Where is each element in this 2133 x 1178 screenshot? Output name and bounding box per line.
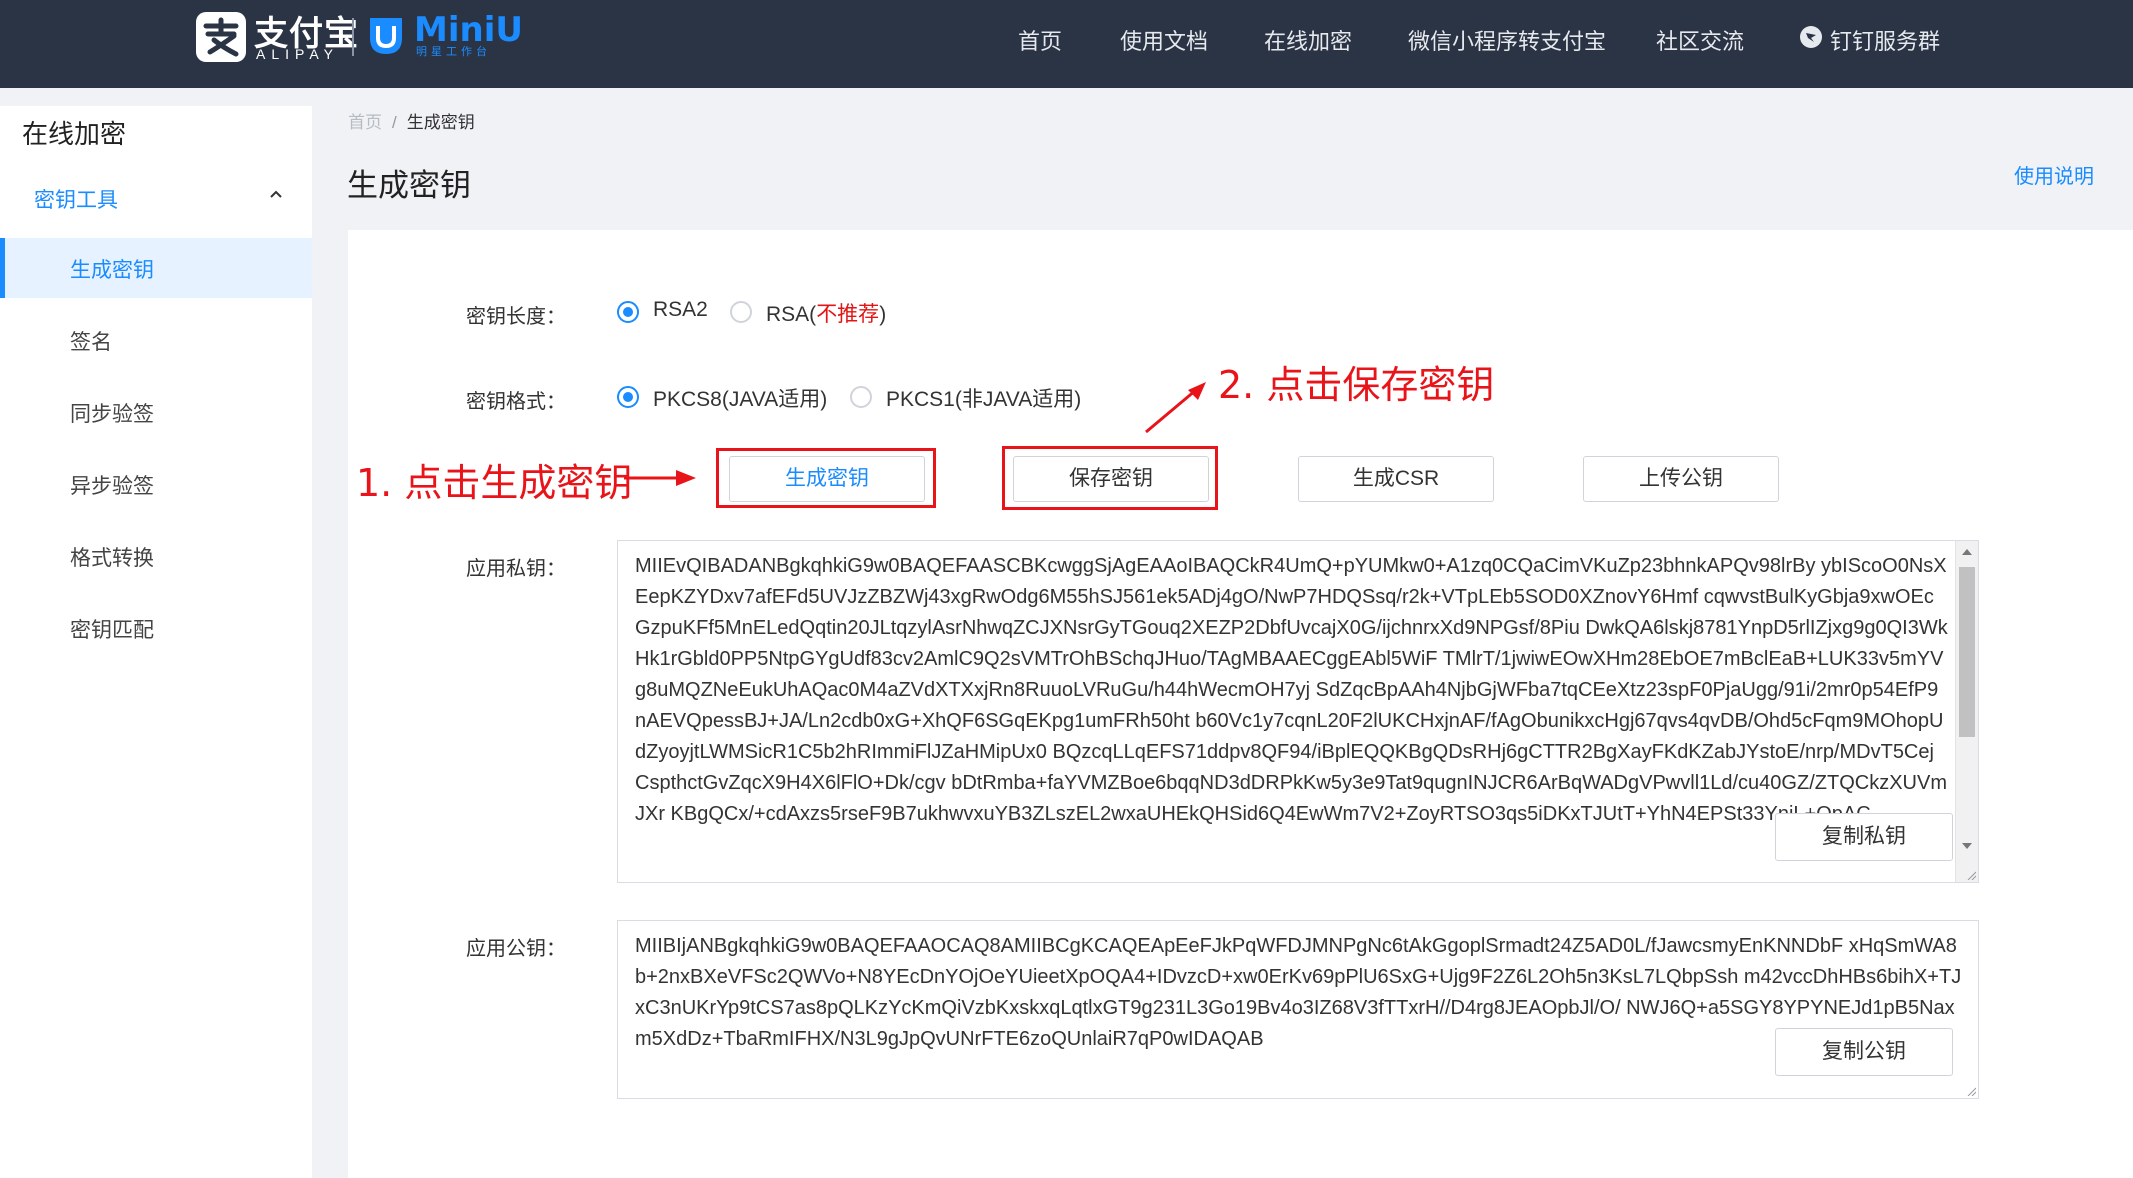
copy-public-key-button[interactable]: 复制公钥 xyxy=(1775,1028,1953,1076)
generate-csr-button[interactable]: 生成CSR xyxy=(1298,456,1494,502)
annotation-arrow-step2 xyxy=(1145,382,1206,434)
sidebar-item-format-convert[interactable]: 格式转换 xyxy=(70,542,154,572)
miniu-logo-subtext: 明星工作台 xyxy=(416,46,491,58)
nav-dingtalk-group[interactable]: 钉钉服务群 xyxy=(1830,24,1940,56)
scroll-down-icon[interactable] xyxy=(1962,843,1972,849)
radio-rsa-suffix: ) xyxy=(879,303,887,326)
sidebar-item-sign[interactable]: 签名 xyxy=(70,326,112,356)
nav-home[interactable]: 首页 xyxy=(1018,24,1062,56)
page-title: 生成密钥 xyxy=(347,168,471,203)
public-key-label: 应用公钥： xyxy=(466,938,566,960)
radio-pkcs8[interactable] xyxy=(617,386,639,408)
logo-divider xyxy=(352,18,354,56)
radio-rsa2[interactable] xyxy=(617,301,639,323)
not-recommended-text: 不推荐 xyxy=(816,303,880,326)
save-key-button[interactable]: 保存密钥 xyxy=(1013,456,1209,502)
alipay-logo-icon[interactable] xyxy=(196,12,246,62)
nav-community[interactable]: 社区交流 xyxy=(1656,24,1744,56)
radio-rsa2-label[interactable]: RSA2 xyxy=(653,298,708,322)
private-key-label: 应用私钥： xyxy=(466,558,566,580)
breadcrumb-current: 生成密钥 xyxy=(406,113,475,132)
private-key-value: MIIEvQIBADANBgkqhkiG9w0BAQEFAASCBKcwggSj… xyxy=(635,555,1948,825)
annotation-step1: 1. 点击生成密钥 xyxy=(356,461,633,505)
breadcrumb: 首页 / 生成密钥 xyxy=(348,108,475,133)
nav-wechat-to-alipay[interactable]: 微信小程序转支付宝 xyxy=(1408,24,1606,56)
annotation-step2: 2. 点击保存密钥 xyxy=(1218,363,1495,407)
sidebar-item-generate-key[interactable]: 生成密钥 xyxy=(70,254,154,284)
radio-pkcs1[interactable] xyxy=(850,386,872,408)
sidebar-item-async-verify[interactable]: 异步验签 xyxy=(70,470,154,500)
sidebar-group-key-tools[interactable]: 密钥工具 xyxy=(34,184,118,214)
generate-key-button[interactable]: 生成密钥 xyxy=(729,456,925,502)
nav-online-encrypt[interactable]: 在线加密 xyxy=(1264,24,1352,56)
breadcrumb-home[interactable]: 首页 xyxy=(348,113,382,132)
sidebar-item-key-match[interactable]: 密钥匹配 xyxy=(70,614,154,644)
dingtalk-icon xyxy=(1800,26,1822,48)
upload-public-key-button[interactable]: 上传公钥 xyxy=(1583,456,1779,502)
annotation-arrow-step1 xyxy=(624,470,696,486)
nav-docs[interactable]: 使用文档 xyxy=(1120,24,1208,56)
sidebar-title: 在线加密 xyxy=(22,119,127,149)
miniu-logo-icon[interactable] xyxy=(366,14,406,58)
key-length-label: 密钥长度： xyxy=(466,306,566,328)
sidebar-active-highlight xyxy=(0,238,312,298)
copy-private-key-button[interactable]: 复制私钥 xyxy=(1775,813,1953,861)
radio-pkcs1-label[interactable]: PKCS1(非JAVA适用) xyxy=(886,383,1081,413)
scrollbar-thumb[interactable] xyxy=(1959,567,1975,737)
sidebar-item-sync-verify[interactable]: 同步验签 xyxy=(70,398,154,428)
help-link[interactable]: 使用说明 xyxy=(2014,160,2094,189)
public-key-value: MIIBIjANBgkqhkiG9w0BAQEFAAOCAQ8AMIIBCgKC… xyxy=(635,935,1962,1050)
top-navbar: 支付宝 ALIPAY MiniU 明星工作台 首页 使用文档 在线加密 微信小程… xyxy=(0,0,2133,88)
radio-rsa-text: RSA( xyxy=(766,303,817,326)
breadcrumb-separator: / xyxy=(392,113,397,132)
key-format-label: 密钥格式： xyxy=(466,391,566,413)
radio-pkcs8-label[interactable]: PKCS8(JAVA适用) xyxy=(653,383,827,413)
resize-grip-icon[interactable] xyxy=(1966,1086,1976,1096)
alipay-logo-subtext: ALIPAY xyxy=(256,46,339,62)
radio-rsa[interactable] xyxy=(730,301,752,323)
chevron-up-icon[interactable] xyxy=(268,186,284,202)
scroll-up-icon[interactable] xyxy=(1962,549,1972,555)
sidebar: 在线加密 密钥工具 生成密钥 签名 同步验签 异步验签 格式转换 密钥匹配 xyxy=(0,106,312,1178)
resize-grip-icon[interactable] xyxy=(1966,870,1976,880)
private-key-scrollbar[interactable] xyxy=(1955,541,1978,882)
radio-rsa-label[interactable]: RSA(不推荐) xyxy=(766,298,886,328)
sidebar-active-indicator xyxy=(0,238,5,298)
